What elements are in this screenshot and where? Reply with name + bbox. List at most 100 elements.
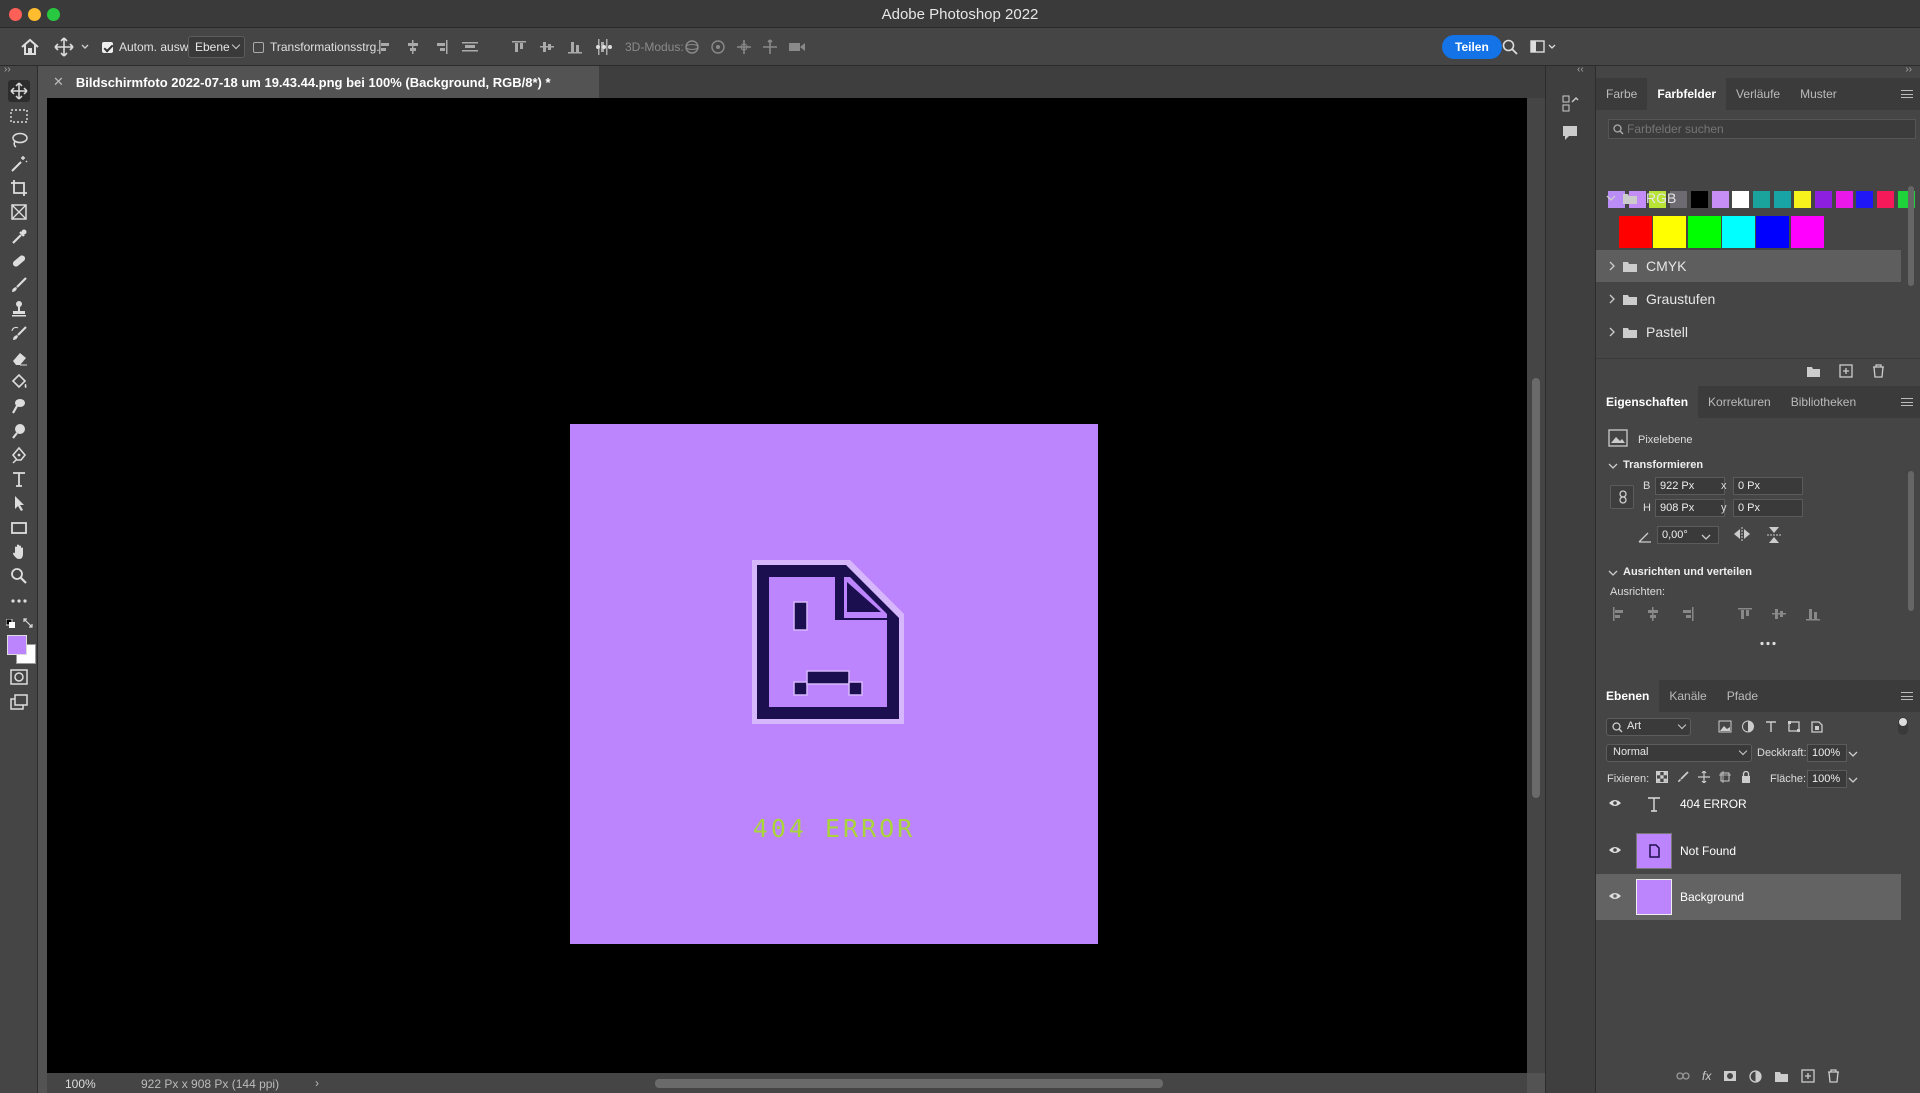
quick-mask-icon[interactable] [8, 666, 30, 688]
home-icon[interactable] [20, 28, 40, 66]
opacity-field[interactable]: 100% [1807, 744, 1847, 762]
eye-icon[interactable] [1608, 845, 1622, 855]
delete-icon[interactable] [1872, 364, 1885, 378]
panel-menu-icon[interactable] [1901, 398, 1913, 406]
new-swatch-icon[interactable] [1839, 364, 1853, 378]
transform-controls-checkbox[interactable] [253, 41, 264, 53]
rgb-swatch[interactable] [1619, 216, 1652, 248]
align-bottom-icon[interactable] [568, 40, 582, 54]
chevron-down-icon[interactable] [1608, 568, 1618, 578]
properties-scrollbar[interactable] [1908, 471, 1914, 611]
align-top-icon[interactable] [1738, 607, 1752, 621]
chevron-down-icon[interactable] [1608, 461, 1618, 471]
3d-orbit-icon[interactable] [684, 39, 700, 55]
align-middle-v-icon[interactable] [540, 40, 554, 54]
adjustment-filter-icon[interactable] [1741, 720, 1755, 733]
rgb-swatch[interactable] [1790, 216, 1824, 248]
swap-colors-icon[interactable] [23, 618, 33, 628]
x-field[interactable]: 0 Px [1733, 477, 1803, 495]
align-top-icon[interactable] [512, 40, 526, 54]
align-right-icon[interactable] [434, 40, 448, 54]
screen-mode-icon[interactable] [8, 691, 30, 713]
tab-properties[interactable]: Eigenschaften [1596, 386, 1699, 418]
marquee-icon[interactable] [8, 105, 30, 127]
layer-filter-dropdown[interactable]: Art [1606, 718, 1691, 736]
more-options-icon[interactable] [595, 28, 613, 66]
collapse-arrows-icon[interactable]: ›› [4, 64, 11, 75]
swatch-group-pastel[interactable]: Pastell [1596, 316, 1901, 348]
smudge-icon[interactable] [8, 395, 30, 417]
link-layers-icon[interactable] [1676, 1071, 1690, 1081]
expand-panels-icon[interactable]: ›› [1905, 64, 1912, 75]
new-group-icon[interactable] [1806, 365, 1821, 378]
paint-bucket-icon[interactable] [8, 371, 30, 393]
more-options-icon[interactable] [1760, 641, 1776, 646]
auto-select-checkbox[interactable] [102, 41, 113, 53]
close-tab-icon[interactable]: ✕ [53, 74, 64, 90]
filter-toggle[interactable] [1898, 717, 1908, 735]
type-filter-icon[interactable] [1764, 720, 1778, 733]
tab-channels[interactable]: Kanäle [1659, 680, 1716, 712]
swatch-group-rgb[interactable]: RGB [1596, 182, 1901, 214]
zoom-level[interactable]: 100% [65, 1077, 96, 1091]
flip-horizontal-icon[interactable] [1733, 526, 1751, 542]
swatches-scrollbar[interactable] [1908, 186, 1914, 286]
3d-pan-icon[interactable] [736, 39, 752, 55]
search-icon[interactable] [1502, 28, 1518, 66]
align-center-h-icon[interactable] [406, 40, 420, 54]
canvas-area[interactable]: 404 ERROR [47, 98, 1527, 1073]
magic-wand-icon[interactable] [8, 153, 30, 175]
move-tool-preset-icon[interactable] [54, 28, 74, 66]
align-left-icon[interactable] [1612, 607, 1626, 621]
comments-panel-icon[interactable] [1561, 124, 1579, 142]
align-bottom-icon[interactable] [1806, 607, 1820, 621]
3d-slide-icon[interactable] [762, 39, 778, 55]
rgb-swatch[interactable] [1653, 216, 1687, 248]
rgb-swatch[interactable] [1756, 216, 1790, 248]
panel-menu-icon[interactable] [1901, 692, 1913, 700]
smart-object-filter-icon[interactable] [1810, 720, 1824, 733]
new-layer-icon[interactable] [1801, 1069, 1815, 1083]
swatch-group-cmyk[interactable]: CMYK [1596, 250, 1901, 282]
frame-icon[interactable] [8, 201, 30, 223]
chevron-down-icon[interactable] [1701, 532, 1711, 542]
swatch-group-grayscale[interactable]: Graustufen [1596, 283, 1901, 315]
3d-roll-icon[interactable] [710, 39, 726, 55]
y-field[interactable]: 0 Px [1733, 499, 1803, 517]
horizontal-scroll-thumb[interactable] [655, 1079, 1163, 1088]
move-icon[interactable] [8, 80, 30, 102]
panel-menu-icon[interactable] [1901, 90, 1913, 98]
layer-row-text[interactable]: 404 ERROR [1596, 781, 1901, 827]
distribute-icon[interactable] [462, 40, 478, 54]
swatch-search-input[interactable] [1627, 121, 1907, 137]
hand-icon[interactable] [8, 541, 30, 563]
delete-icon[interactable] [1827, 1069, 1840, 1083]
3d-camera-icon[interactable] [788, 40, 806, 54]
type-icon[interactable] [8, 468, 30, 490]
tab-layers[interactable]: Ebenen [1596, 680, 1660, 712]
status-chevron-icon[interactable]: › [315, 1076, 319, 1090]
lasso-icon[interactable] [8, 129, 30, 151]
link-dimensions-icon[interactable] [1610, 485, 1634, 509]
healing-icon[interactable] [8, 250, 30, 272]
history-panel-icon[interactable] [1561, 94, 1581, 114]
vertical-scroll-thumb[interactable] [1532, 378, 1540, 798]
layer-row-background[interactable]: Background [1596, 874, 1901, 920]
align-right-icon[interactable] [1680, 607, 1694, 621]
flip-vertical-icon[interactable] [1766, 526, 1782, 544]
eye-icon[interactable] [1608, 798, 1622, 808]
tab-patterns[interactable]: Muster [1790, 78, 1847, 110]
document-tab[interactable]: ✕ Bildschirmfoto 2022-07-18 um 19.43.44.… [39, 66, 599, 98]
layer-effects-icon[interactable]: fx [1702, 1069, 1711, 1083]
chevron-down-icon[interactable] [80, 28, 90, 66]
width-field[interactable]: 922 Px [1655, 477, 1725, 495]
chevron-down-icon[interactable] [1848, 749, 1858, 759]
align-left-icon[interactable] [378, 40, 392, 54]
default-colors-icon[interactable] [6, 619, 16, 629]
pen-icon[interactable] [8, 444, 30, 466]
layer-row-not-found[interactable]: Not Found [1596, 828, 1901, 874]
shape-filter-icon[interactable] [1787, 720, 1801, 733]
layer-mask-icon[interactable] [1723, 1070, 1737, 1082]
new-group-icon[interactable] [1774, 1070, 1789, 1083]
crop-icon[interactable] [8, 177, 30, 199]
